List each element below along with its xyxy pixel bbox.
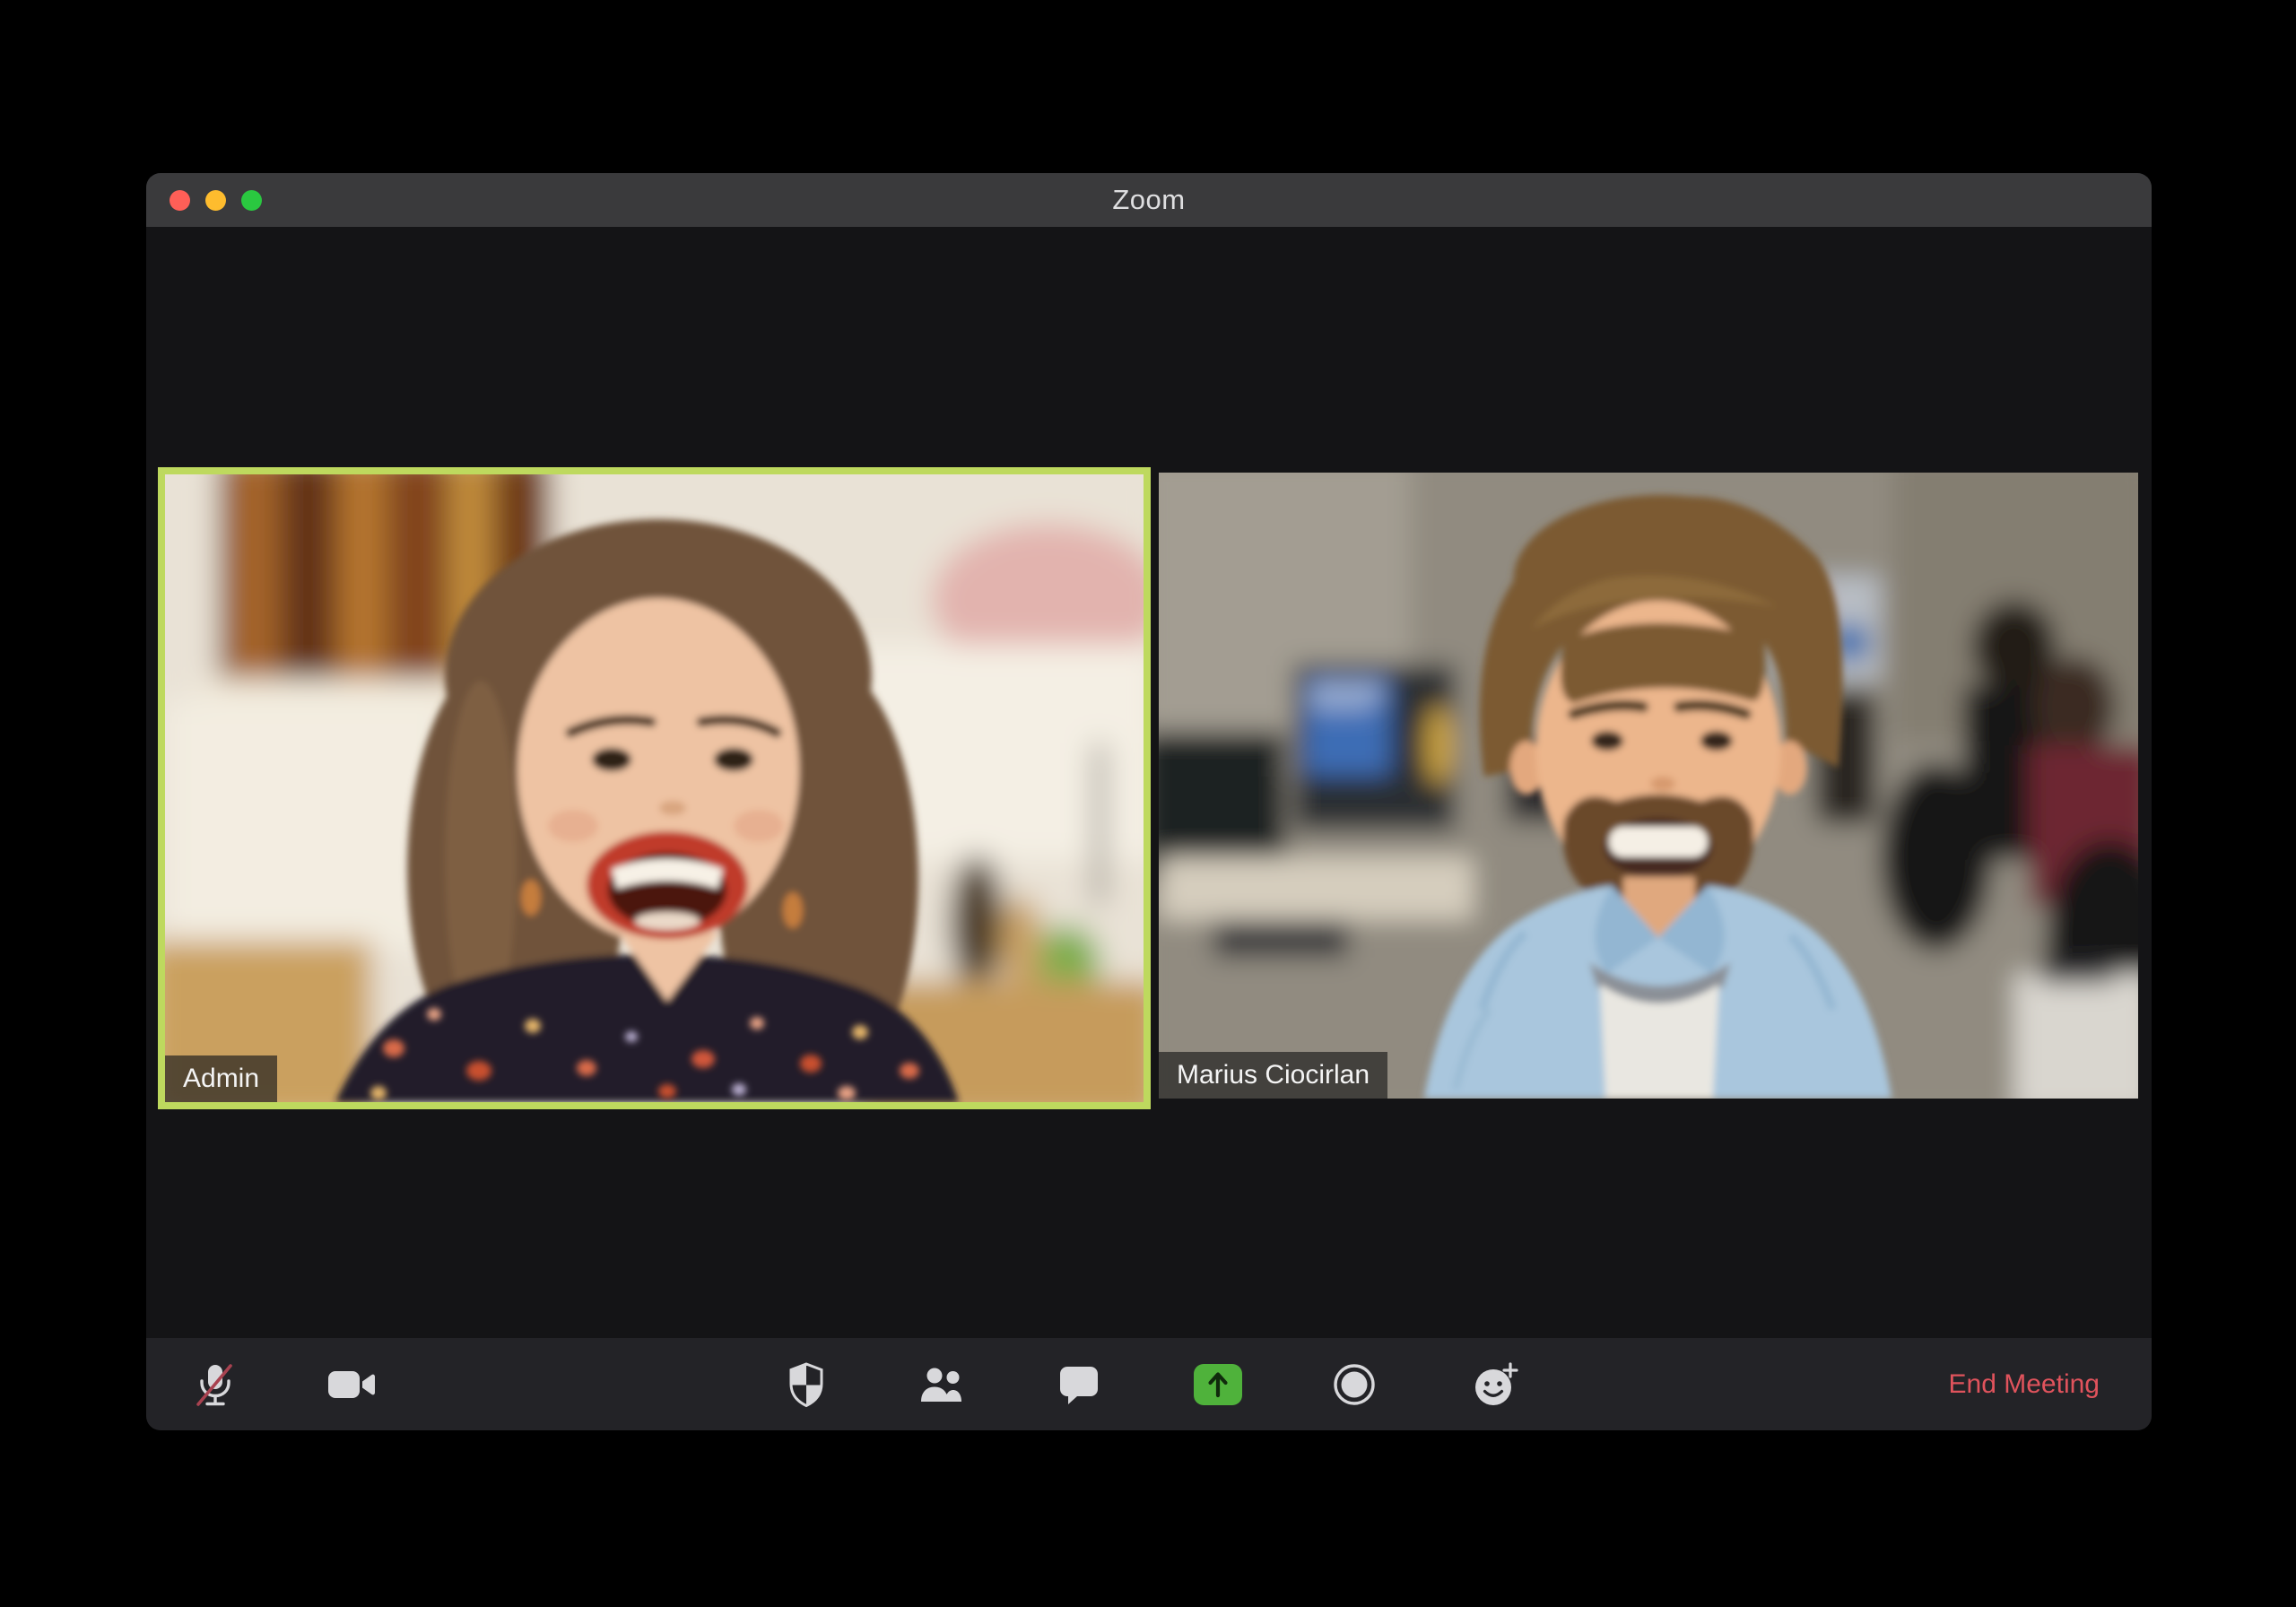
record-circle-icon [1334, 1363, 1375, 1405]
participant-name-label: Marius Ciocirlan [1159, 1052, 1388, 1099]
mute-button[interactable] [194, 1360, 237, 1409]
share-screen-button[interactable] [1193, 1363, 1243, 1406]
share-screen-up-arrow-icon [1194, 1363, 1242, 1405]
chat-bubble-icon [1060, 1366, 1098, 1404]
video-tile-marius[interactable]: Marius Ciocirlan [1159, 473, 2138, 1099]
video-tile-admin[interactable]: Admin [158, 467, 1151, 1109]
video-camera-icon [328, 1370, 375, 1398]
shield-icon [789, 1361, 823, 1407]
record-button[interactable] [1333, 1363, 1376, 1406]
admin-video-feed [165, 474, 1144, 1102]
minimize-window-button[interactable] [205, 189, 226, 211]
meeting-toolbar: End Meeting [146, 1338, 2152, 1430]
participant-name-label: Admin [165, 1055, 278, 1102]
video-button[interactable] [328, 1370, 375, 1399]
microphone-muted-icon [196, 1363, 232, 1406]
smiley-plus-icon [1475, 1361, 1518, 1405]
desktop-background: Zoom Admin Marius Ciocirlan End Meeting [0, 0, 2296, 1607]
participants-icon [921, 1368, 961, 1402]
close-window-button[interactable] [170, 189, 190, 211]
traffic-light-buttons [170, 173, 262, 227]
end-meeting-button[interactable]: End Meeting [1944, 1368, 2105, 1401]
chat-button[interactable] [1058, 1364, 1100, 1405]
titlebar[interactable]: Zoom [146, 173, 2152, 227]
fullscreen-window-button[interactable] [241, 189, 262, 211]
window-title: Zoom [1112, 184, 1186, 215]
reactions-button[interactable] [1473, 1361, 1519, 1408]
zoom-meeting-window: Zoom Admin Marius Ciocirlan End Meeting [146, 173, 2152, 1430]
marius-video-feed [1159, 473, 2138, 1099]
participants-button[interactable] [918, 1366, 967, 1403]
security-button[interactable] [786, 1361, 827, 1408]
